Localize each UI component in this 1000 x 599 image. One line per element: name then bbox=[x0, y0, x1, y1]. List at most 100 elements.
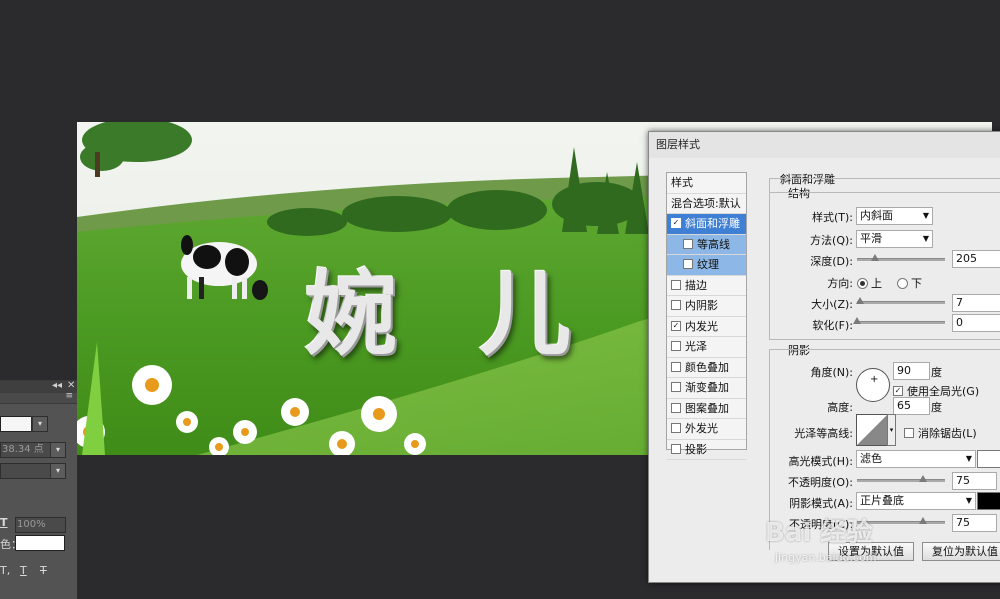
angle-input[interactable]: 90 bbox=[893, 362, 930, 380]
direction-down-label: 下 bbox=[911, 277, 922, 290]
checkbox-icon[interactable] bbox=[683, 259, 693, 269]
soften-label: 软化(F): bbox=[812, 319, 853, 332]
close-icon[interactable]: ✕ bbox=[67, 380, 75, 391]
radio-selected-icon[interactable] bbox=[857, 277, 868, 289]
bevel-style-value: 内斜面 bbox=[860, 209, 893, 222]
underline-icon[interactable]: T bbox=[20, 564, 27, 577]
angle-dial-pointer-icon: + bbox=[870, 374, 879, 385]
style-item-label: 等高线 bbox=[697, 237, 730, 251]
size-slider[interactable] bbox=[855, 297, 945, 304]
depth-input[interactable]: 205 bbox=[952, 250, 1000, 268]
angle-label: 角度(N): bbox=[810, 366, 853, 379]
technique-select[interactable]: 平滑 ▼ bbox=[856, 230, 933, 248]
style-item-outer-glow[interactable]: 外发光 bbox=[667, 419, 746, 440]
font-family-dropdown[interactable]: ▾ bbox=[31, 416, 48, 432]
altitude-input[interactable]: 65 bbox=[893, 397, 930, 415]
highlight-opacity-slider-thumb[interactable] bbox=[919, 475, 927, 482]
highlight-opacity-label: 不透明度(O): bbox=[788, 476, 853, 489]
chevron-down-icon: ▼ bbox=[922, 211, 929, 220]
shadow-opacity-slider-thumb[interactable] bbox=[919, 517, 927, 524]
anti-alias-checkbox[interactable]: 消除锯齿(L) bbox=[904, 425, 977, 441]
blend-options-item[interactable]: 混合选项:默认 bbox=[667, 194, 746, 214]
checkbox-checked-icon[interactable]: ✓ bbox=[671, 320, 681, 331]
style-list-header: 样式 bbox=[667, 173, 746, 194]
angle-dial[interactable]: + bbox=[856, 368, 890, 402]
style-item-gradient-overlay[interactable]: 渐变叠加 bbox=[667, 378, 746, 399]
size-slider-thumb[interactable] bbox=[855, 297, 864, 304]
soften-slider[interactable] bbox=[853, 317, 945, 324]
strikethrough-icon[interactable]: T bbox=[40, 564, 47, 577]
style-item-inner-shadow[interactable]: 内阴影 bbox=[667, 296, 746, 317]
gloss-contour-dropdown[interactable]: ▾ bbox=[887, 414, 896, 446]
font-size-dropdown[interactable]: 38.34 点 ▾ bbox=[0, 442, 66, 458]
gloss-contour-picker[interactable] bbox=[856, 414, 888, 446]
checkbox-icon[interactable] bbox=[904, 428, 914, 438]
highlight-opacity-slider[interactable] bbox=[857, 475, 945, 482]
style-item-satin[interactable]: 光泽 bbox=[667, 337, 746, 358]
style-item-label: 纹理 bbox=[697, 258, 719, 271]
style-item-stroke[interactable]: 描边 bbox=[667, 276, 746, 296]
style-item-label: 光泽 bbox=[685, 340, 707, 353]
style-item-label: 颜色叠加 bbox=[685, 360, 729, 374]
style-item-color-overlay[interactable]: 颜色叠加 bbox=[667, 358, 746, 378]
collapse-icon[interactable]: ◂◂ bbox=[52, 380, 62, 391]
panel-menu-icon[interactable]: ≡ bbox=[65, 391, 73, 401]
reset-default-button[interactable]: 复位为默认值 bbox=[922, 542, 1000, 561]
chevron-down-icon: ▾ bbox=[32, 417, 47, 431]
color-swatch[interactable] bbox=[15, 535, 65, 551]
checkbox-icon[interactable] bbox=[671, 402, 681, 413]
highlight-color-swatch[interactable] bbox=[977, 450, 1000, 468]
style-item-pattern-overlay[interactable]: 图案叠加 bbox=[667, 399, 746, 419]
watermark-logo: Bai 经验 bbox=[765, 518, 873, 548]
panel-tab-bar: ≡ bbox=[0, 391, 77, 404]
contour-curve-icon bbox=[857, 415, 887, 445]
checkbox-icon[interactable] bbox=[671, 423, 681, 433]
style-item-label: 图案叠加 bbox=[685, 401, 729, 415]
checkbox-icon[interactable] bbox=[671, 443, 681, 454]
checkbox-icon[interactable] bbox=[671, 382, 681, 392]
highlight-mode-value: 滤色 bbox=[860, 452, 882, 465]
faux-italic-icon[interactable]: T, bbox=[0, 564, 10, 577]
checkbox-icon[interactable] bbox=[671, 341, 681, 351]
direction-down-radio[interactable]: 下 bbox=[897, 275, 922, 291]
checkbox-checked-icon[interactable]: ✓ bbox=[893, 386, 903, 396]
shadow-mode-select[interactable]: 正片叠底 ▼ bbox=[856, 492, 976, 510]
altitude-unit: 度 bbox=[931, 401, 942, 414]
leading-dropdown[interactable]: ▾ bbox=[0, 463, 66, 479]
style-item-drop-shadow[interactable]: 投影 bbox=[667, 440, 746, 460]
shadow-mode-value: 正片叠底 bbox=[860, 494, 904, 507]
chevron-down-icon: ▾ bbox=[50, 443, 65, 457]
chevron-down-icon: ▼ bbox=[922, 234, 929, 243]
scale-field[interactable]: 100% bbox=[15, 517, 66, 533]
style-item-contour[interactable]: 等高线 bbox=[667, 234, 746, 255]
size-input[interactable]: 7 bbox=[952, 294, 1000, 312]
soften-slider-thumb[interactable] bbox=[853, 317, 861, 324]
checkbox-icon[interactable] bbox=[683, 238, 693, 249]
style-item-label: 描边 bbox=[685, 278, 707, 292]
canvas-text-char-1: 婉 bbox=[305, 260, 402, 368]
angle-unit: 度 bbox=[931, 366, 942, 379]
style-item-label: 斜面和浮雕 bbox=[685, 217, 740, 230]
highlight-opacity-input[interactable]: 75 bbox=[952, 472, 997, 490]
checkbox-icon[interactable] bbox=[671, 361, 681, 372]
style-item-texture[interactable]: 纹理 bbox=[667, 255, 746, 276]
character-panel: ◂◂ ✕ ≡ ▾ 38.34 点 ▾ ▾ T 100% 色： T, T T bbox=[0, 380, 77, 599]
depth-slider-thumb[interactable] bbox=[870, 254, 879, 261]
shadow-mode-label: 阴影模式(A): bbox=[789, 497, 853, 510]
font-family-field[interactable] bbox=[0, 416, 32, 432]
shadow-color-swatch[interactable] bbox=[977, 492, 1000, 510]
checkbox-icon[interactable] bbox=[671, 300, 681, 310]
highlight-mode-select[interactable]: 滤色 ▼ bbox=[856, 450, 976, 468]
checkbox-icon[interactable] bbox=[671, 279, 681, 290]
style-item-bevel[interactable]: ✓ 斜面和浮雕 bbox=[667, 214, 746, 235]
radio-icon[interactable] bbox=[897, 277, 908, 289]
depth-slider[interactable] bbox=[857, 254, 945, 261]
shadow-opacity-input[interactable]: 75 bbox=[952, 514, 997, 532]
size-label: 大小(Z): bbox=[811, 298, 853, 311]
soften-input[interactable]: 0 bbox=[952, 314, 1000, 332]
checkbox-checked-icon[interactable]: ✓ bbox=[671, 218, 681, 228]
style-item-inner-glow[interactable]: ✓ 内发光 bbox=[667, 317, 746, 337]
bevel-style-select[interactable]: 内斜面 ▼ bbox=[856, 207, 933, 225]
chevron-down-icon: ▾ bbox=[50, 464, 65, 478]
direction-up-radio[interactable]: 上 bbox=[857, 275, 882, 291]
